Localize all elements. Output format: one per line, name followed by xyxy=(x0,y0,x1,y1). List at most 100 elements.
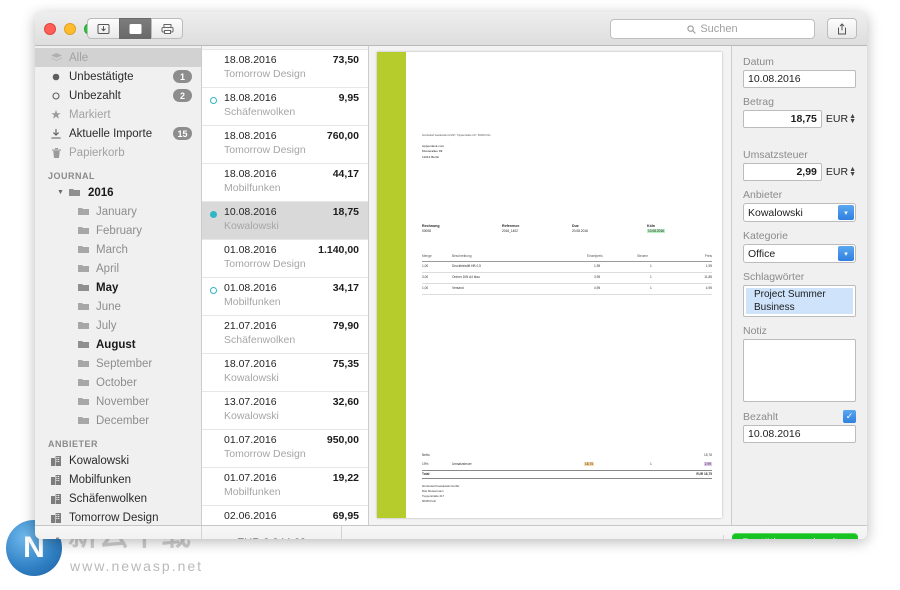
invoice-table-header: Menge Beschreibung Einzelpreis Steuern P… xyxy=(422,252,712,262)
cell-einzelpreis: 4,95 xyxy=(594,286,601,290)
tag-chip[interactable]: Business xyxy=(746,301,853,314)
tax-base-highlight: 18,75 xyxy=(584,462,594,466)
sidebar-item-month-february[interactable]: February xyxy=(35,221,201,240)
anbieter-select[interactable]: Kowalowski ▾ xyxy=(743,203,856,222)
table-row[interactable]: 01.07.2016 950,00 Tomorrow Design xyxy=(202,430,368,468)
sidebar-item-anbieter-kowalowski[interactable]: Kowalowski xyxy=(35,451,201,470)
table-row[interactable]: 18.08.2016 760,00 Tomorrow Design xyxy=(202,126,368,164)
datum-field[interactable]: 10.08.2016 xyxy=(743,70,856,88)
kategorie-value: Office xyxy=(748,247,776,260)
invoice-table-row: 1,00 Versand 4,95 1 4,95 xyxy=(422,284,712,295)
sidebar-item-anbieter-tomorrow-design[interactable]: Tomorrow Design xyxy=(35,508,201,525)
folder-icon xyxy=(75,340,91,349)
table-row[interactable]: 01.08.2016 1.140,00 Tomorrow Design xyxy=(202,240,368,278)
minimize-button[interactable] xyxy=(64,23,76,35)
chevron-down-icon[interactable]: ▾ xyxy=(838,246,854,261)
building-icon xyxy=(48,493,64,504)
share-button[interactable] xyxy=(827,18,857,39)
col-header-einzelpreis: Einzelpreis xyxy=(587,254,603,258)
sidebar-item-alle[interactable]: Alle xyxy=(35,48,201,67)
sidebar-item-label: October xyxy=(96,376,137,389)
invoice-total-row-tax: 19% Umsatzsteuer 18,75 1 2,99 xyxy=(422,461,712,470)
sidebar-item-label: February xyxy=(96,224,143,237)
betrag-field[interactable]: 18,75 xyxy=(743,110,822,128)
tag-chip[interactable]: Project Summer xyxy=(746,288,853,301)
invoice-total-row-netto: Netto 15,76 xyxy=(422,452,712,461)
sidebar-item-markiert[interactable]: Markiert xyxy=(35,105,201,124)
table-row[interactable]: 13.07.2016 32,60 Kowalowski xyxy=(202,392,368,430)
table-row-selected[interactable]: 10.08.2016 18,75 Kowalowski xyxy=(202,202,368,240)
invoice-meta-label: Reference xyxy=(502,224,520,228)
sidebar-item-unbezahlt[interactable]: Unbezahlt 2 xyxy=(35,86,201,105)
table-row[interactable]: 21.07.2016 79,90 Schäfenwolken xyxy=(202,316,368,354)
sidebar-item-year-2016[interactable]: ▼ 2016 xyxy=(35,183,201,202)
betrag-currency-select[interactable]: EUR ▲ ▼ xyxy=(826,113,856,125)
kategorie-select[interactable]: Office ▾ xyxy=(743,244,856,263)
transaction-vendor: Schäfenwolken xyxy=(224,106,296,118)
invoice-meta-label: Rechnung xyxy=(422,224,440,228)
transaction-amount: 79,90 xyxy=(332,320,359,332)
sidebar-item-month-july[interactable]: July xyxy=(35,316,201,335)
table-row[interactable]: 18.08.2016 73,50 Tomorrow Design xyxy=(202,50,368,88)
view-toggle-button[interactable] xyxy=(119,18,151,39)
sidebar-item-month-august[interactable]: August xyxy=(35,335,201,354)
sidebar-item-month-november[interactable]: November xyxy=(35,392,201,411)
tax-rate-label: 19% xyxy=(422,462,429,466)
cell-preis: 11,85 xyxy=(704,275,712,279)
table-row[interactable]: 02.06.2016 69,95 Schäfenwolken xyxy=(202,506,368,525)
sidebar-item-label: 2016 xyxy=(87,186,114,199)
sidebar-item-month-march[interactable]: March xyxy=(35,240,201,259)
stepper-icon[interactable]: ▲ ▼ xyxy=(849,113,856,125)
tags-field[interactable]: Project Summer Business xyxy=(743,285,856,317)
confirm-and-next-button[interactable]: Bestätigen und weiter xyxy=(732,532,858,539)
table-row[interactable]: 01.08.2016 34,17 Mobilfunken xyxy=(202,278,368,316)
folder-icon xyxy=(75,397,91,406)
confirm-area: Bestätigen und weiter xyxy=(724,532,867,539)
sidebar-item-label: December xyxy=(96,414,150,427)
share-icon xyxy=(838,22,846,34)
betrag-row: 18,75 EUR ▲ ▼ xyxy=(743,110,856,128)
transaction-vendor: Tomorrow Design xyxy=(224,144,306,156)
table-row[interactable]: 18.07.2016 75,35 Kowalowski xyxy=(202,354,368,392)
table-row[interactable]: 18.08.2016 44,17 Mobilfunken xyxy=(202,164,368,202)
sidebar-item-anbieter-schaefenwolken[interactable]: Schäfenwolken xyxy=(35,489,201,508)
sidebar-item-month-may[interactable]: May xyxy=(35,278,201,297)
sidebar-item-month-september[interactable]: September xyxy=(35,354,201,373)
chevron-down-icon[interactable]: ▾ xyxy=(838,205,854,220)
sidebar-item-month-december[interactable]: December xyxy=(35,411,201,430)
sidebar-item-aktuelle-importe[interactable]: Aktuelle Importe 15 xyxy=(35,124,201,143)
bezahlt-checkbox[interactable]: ✓ xyxy=(843,410,856,423)
grand-total-value: EUR 18,75 xyxy=(696,472,712,476)
total-label: Total xyxy=(422,472,430,476)
bezahlt-row: Bezahlt ✓ xyxy=(743,410,856,423)
bar-chart-icon[interactable] xyxy=(47,537,60,539)
chevron-down-icon[interactable]: ▼ xyxy=(57,189,64,196)
cell-preis: 1,95 xyxy=(705,264,712,268)
umsatzsteuer-field[interactable]: 2,99 xyxy=(743,163,822,181)
schlagwoerter-label: Schlagwörter xyxy=(743,271,805,283)
umsatzsteuer-currency-select[interactable]: EUR ▲ ▼ xyxy=(826,166,856,178)
sidebar-item-unbestaetigte[interactable]: Unbestätigte 1 xyxy=(35,67,201,86)
total-label: Netto xyxy=(422,453,430,457)
sidebar-item-papierkorb[interactable]: Papierkorb xyxy=(35,143,201,162)
next-button[interactable]: › xyxy=(688,534,725,539)
bezahlt-date-field[interactable]: 10.08.2016 xyxy=(743,425,856,443)
import-button[interactable] xyxy=(87,18,119,39)
search-input[interactable]: Suchen xyxy=(610,19,815,39)
sidebar-item-month-april[interactable]: April xyxy=(35,259,201,278)
close-button[interactable] xyxy=(44,23,56,35)
table-row[interactable]: 18.08.2016 9,95 Schäfenwolken xyxy=(202,88,368,126)
notiz-textarea[interactable] xyxy=(743,339,856,402)
sidebar-item-month-june[interactable]: June xyxy=(35,297,201,316)
document-preview-pane[interactable]: bürobedarf kowalowski GmbH, Tupperstraße… xyxy=(369,46,732,525)
total-value: 15,76 xyxy=(704,453,712,457)
stepper-icon[interactable]: ▲ ▼ xyxy=(849,166,856,178)
sidebar-item-month-january[interactable]: January xyxy=(35,202,201,221)
table-row[interactable]: 01.07.2016 19,22 Mobilfunken xyxy=(202,468,368,506)
cell-preis: 4,95 xyxy=(705,286,712,290)
sidebar-item-month-october[interactable]: October xyxy=(35,373,201,392)
transaction-list[interactable]: 18.08.2016 73,50 Tomorrow Design 18.08.2… xyxy=(202,46,369,525)
sidebar-item-anbieter-mobilfunken[interactable]: Mobilfunken xyxy=(35,470,201,489)
invoice-meta: Rechnung 00008 Reference 2016_1402 Due 2… xyxy=(422,224,712,240)
print-button[interactable] xyxy=(151,18,183,39)
